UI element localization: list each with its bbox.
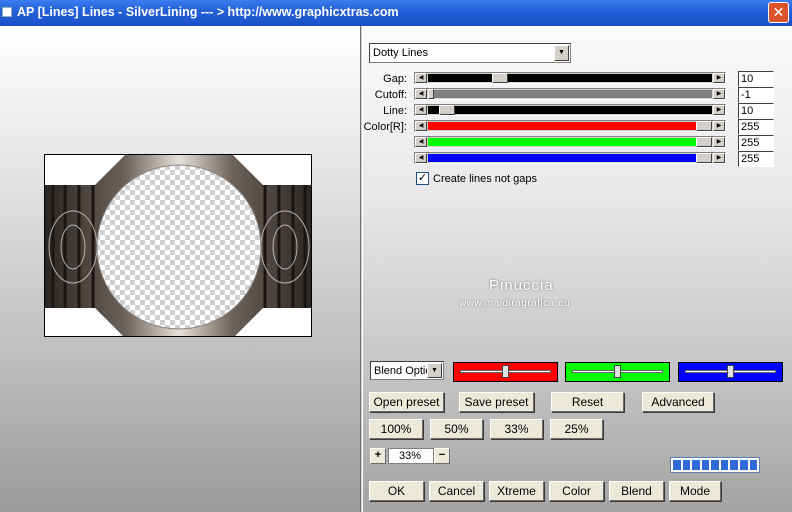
arrow-left-icon[interactable]: ◀	[415, 105, 427, 115]
gap-label: Gap:	[383, 73, 407, 85]
progress-segment	[739, 460, 748, 470]
green-slider-thumb[interactable]	[696, 137, 712, 147]
gap-slider-thumb[interactable]	[492, 73, 508, 83]
cancel-button[interactable]: Cancel	[429, 481, 484, 501]
cutoff-slider-thumb[interactable]	[428, 89, 434, 99]
xtreme-button[interactable]: Xtreme	[489, 481, 544, 501]
red-label: Color[R]:	[363, 121, 407, 133]
create-lines-checkbox[interactable]: ✓	[416, 172, 429, 185]
effect-select-value: Dotty Lines	[373, 47, 429, 59]
preview-artwork	[45, 155, 311, 336]
cutoff-slider[interactable]: ◀ ▶	[414, 88, 726, 100]
red-value-field[interactable]: 255	[738, 119, 774, 135]
arrow-right-icon[interactable]: ▶	[713, 153, 725, 163]
blue-color-panel[interactable]	[678, 362, 783, 382]
ok-button[interactable]: OK	[369, 481, 424, 501]
cutoff-value-field[interactable]: -1	[738, 87, 774, 103]
blue-value-field[interactable]: 255	[738, 151, 774, 167]
green-value-field[interactable]: 255	[738, 135, 774, 151]
progress-segment	[682, 460, 691, 470]
progress-segment	[701, 460, 710, 470]
reset-button[interactable]: Reset	[551, 392, 624, 412]
app-icon[interactable]	[2, 7, 12, 17]
green-slider[interactable]: ◀ ▶	[414, 136, 726, 148]
arrow-left-icon[interactable]: ◀	[415, 121, 427, 131]
progress-segment	[730, 460, 738, 470]
line-label: Line:	[383, 105, 407, 117]
effect-select[interactable]: Dotty Lines ▼	[369, 43, 571, 63]
green-slider-track	[428, 138, 712, 146]
blend-button[interactable]: Blend	[609, 481, 664, 501]
arrow-left-icon[interactable]: ◀	[415, 89, 427, 99]
red-slider[interactable]: ◀ ▶	[414, 120, 726, 132]
arrow-left-icon[interactable]: ◀	[415, 137, 427, 147]
red-slider-knob[interactable]	[502, 365, 509, 378]
title-bar: AP [Lines] Lines - SilverLining --- > ht…	[0, 0, 792, 26]
red-color-panel[interactable]	[453, 362, 558, 382]
create-lines-label: Create lines not gaps	[433, 173, 537, 185]
zoom-out-button[interactable]: −	[434, 448, 450, 464]
mode-button[interactable]: Mode	[669, 481, 721, 501]
progress-segment	[749, 460, 758, 470]
gap-value-field[interactable]: 10	[738, 71, 774, 87]
gap-slider-track	[428, 74, 712, 82]
blue-slider[interactable]: ◀ ▶	[414, 152, 726, 164]
arrow-left-icon[interactable]: ◀	[415, 73, 427, 83]
save-preset-button[interactable]: Save preset	[459, 392, 534, 412]
zoom-50-button[interactable]: 50%	[430, 419, 483, 439]
progress-segment	[720, 460, 729, 470]
progress-bar	[670, 457, 760, 473]
cutoff-label: Cutoff:	[374, 89, 407, 101]
blue-slider-thumb[interactable]	[696, 153, 712, 163]
open-preset-button[interactable]: Open preset	[369, 392, 444, 412]
arrow-left-icon[interactable]: ◀	[415, 153, 427, 163]
line-slider-track	[428, 106, 712, 114]
line-value-field[interactable]: 10	[738, 103, 774, 119]
zoom-33-button[interactable]: 33%	[490, 419, 543, 439]
arrow-right-icon[interactable]: ▶	[713, 121, 725, 131]
blend-options-select[interactable]: Blend Optio ▼	[370, 361, 444, 380]
color-button[interactable]: Color	[549, 481, 604, 501]
blue-slider-track	[428, 154, 712, 162]
advanced-button[interactable]: Advanced	[642, 392, 714, 412]
red-slider-thumb[interactable]	[696, 121, 712, 131]
preview-image[interactable]	[44, 154, 312, 337]
watermark-site: www.maidiragrafica.eu	[459, 298, 571, 309]
zoom-100-button[interactable]: 100%	[369, 419, 423, 439]
zoom-level-field[interactable]: 33%	[388, 448, 434, 464]
blend-options-value: Blend Optio	[374, 365, 427, 377]
watermark-name: Pinuccia	[489, 277, 554, 294]
arrow-right-icon[interactable]: ▶	[713, 105, 725, 115]
zoom-25-button[interactable]: 25%	[550, 419, 603, 439]
gap-slider[interactable]: ◀ ▶	[414, 72, 726, 84]
green-color-panel[interactable]	[565, 362, 670, 382]
arrow-right-icon[interactable]: ▶	[713, 73, 725, 83]
progress-segment	[692, 460, 700, 470]
arrow-right-icon[interactable]: ▶	[713, 137, 725, 147]
zoom-in-button[interactable]: +	[370, 448, 386, 464]
arrow-right-icon[interactable]: ▶	[713, 89, 725, 99]
close-button[interactable]: ✕	[768, 2, 789, 23]
green-slider-knob[interactable]	[614, 365, 621, 378]
blue-slider-knob[interactable]	[727, 365, 734, 378]
progress-segment	[711, 460, 719, 470]
chevron-down-icon[interactable]: ▼	[554, 45, 569, 61]
red-slider-track	[428, 122, 712, 130]
cutoff-slider-track	[428, 90, 712, 98]
line-slider[interactable]: ◀ ▶	[414, 104, 726, 116]
window-title: AP [Lines] Lines - SilverLining --- > ht…	[17, 5, 399, 19]
line-slider-thumb[interactable]	[439, 105, 455, 115]
progress-segment	[673, 460, 681, 470]
chevron-down-icon[interactable]: ▼	[427, 363, 442, 378]
